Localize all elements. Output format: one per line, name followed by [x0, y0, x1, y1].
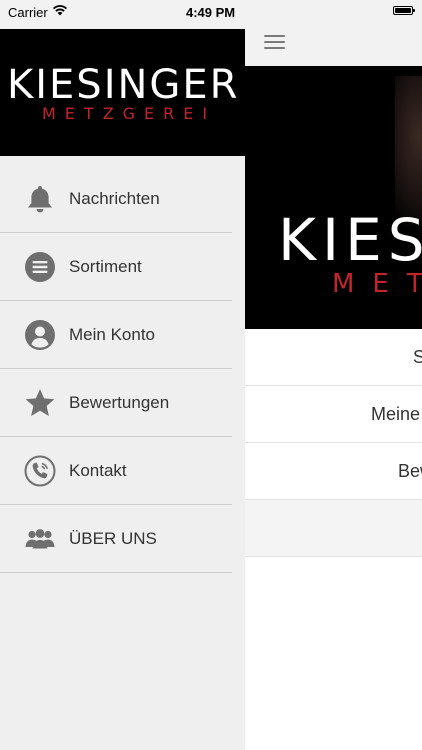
main-list: S Meine Bew	[245, 329, 422, 557]
menu-item-sortiment[interactable]: Sortiment	[0, 233, 232, 301]
menu-item-label: Kontakt	[69, 461, 127, 480]
menu-item-ueber-uns[interactable]: ÜBER UNS	[0, 505, 232, 573]
main-navigation-bar	[245, 22, 422, 67]
main-screen: KIES MET S Meine Bew	[245, 0, 422, 750]
side-drawer: Carrier 4:49 PM KIESINGER METZGEREI Nach…	[0, 0, 245, 750]
menu-item-label: Mein Konto	[69, 325, 155, 344]
phone-icon	[24, 455, 56, 487]
group-icon	[25, 529, 55, 549]
bell-icon	[28, 186, 52, 213]
menu-item-nachrichten[interactable]: Nachrichten	[0, 165, 232, 233]
drawer-menu: Nachrichten Sortiment Mein Konto Bewertu…	[0, 165, 232, 573]
banner-logo-subtitle: MET	[332, 269, 422, 299]
menu-item-bewertungen[interactable]: Bewertungen	[0, 369, 232, 437]
main-list-item[interactable]: Meine	[245, 386, 422, 443]
main-list-item[interactable]: S	[245, 329, 422, 386]
menu-item-label: ÜBER UNS	[69, 529, 157, 548]
main-list-item[interactable]	[245, 500, 422, 557]
menu-item-mein-konto[interactable]: Mein Konto	[0, 301, 232, 369]
star-icon	[25, 389, 55, 416]
main-list-item[interactable]: Bew	[245, 443, 422, 500]
drawer-logo-header: KIESINGER METZGEREI	[0, 29, 245, 156]
main-status-bar	[245, 0, 422, 22]
main-list-item-label: Bew	[398, 461, 422, 481]
main-banner: KIES MET	[245, 66, 422, 329]
wifi-icon	[52, 5, 68, 16]
main-list-item-label: Meine	[371, 404, 421, 424]
carrier-label: Carrier	[8, 5, 48, 20]
logo-subtitle: METZGEREI	[42, 104, 217, 123]
clock-label: 4:49 PM	[186, 5, 236, 20]
banner-logo-title: KIES	[278, 206, 422, 274]
menu-item-label: Sortiment	[69, 257, 142, 276]
logo-title: KIESINGER	[7, 62, 240, 108]
main-list-item-label: S	[413, 347, 422, 367]
menu-item-label: Nachrichten	[69, 189, 160, 208]
menu-item-kontakt[interactable]: Kontakt	[0, 437, 232, 505]
banner-background-image	[395, 76, 422, 226]
list-icon	[25, 252, 55, 282]
battery-icon	[393, 6, 415, 15]
hamburger-menu-icon[interactable]	[264, 35, 285, 51]
menu-item-label: Bewertungen	[69, 393, 170, 412]
status-bar: Carrier 4:49 PM	[0, 0, 245, 28]
user-icon	[25, 320, 55, 350]
